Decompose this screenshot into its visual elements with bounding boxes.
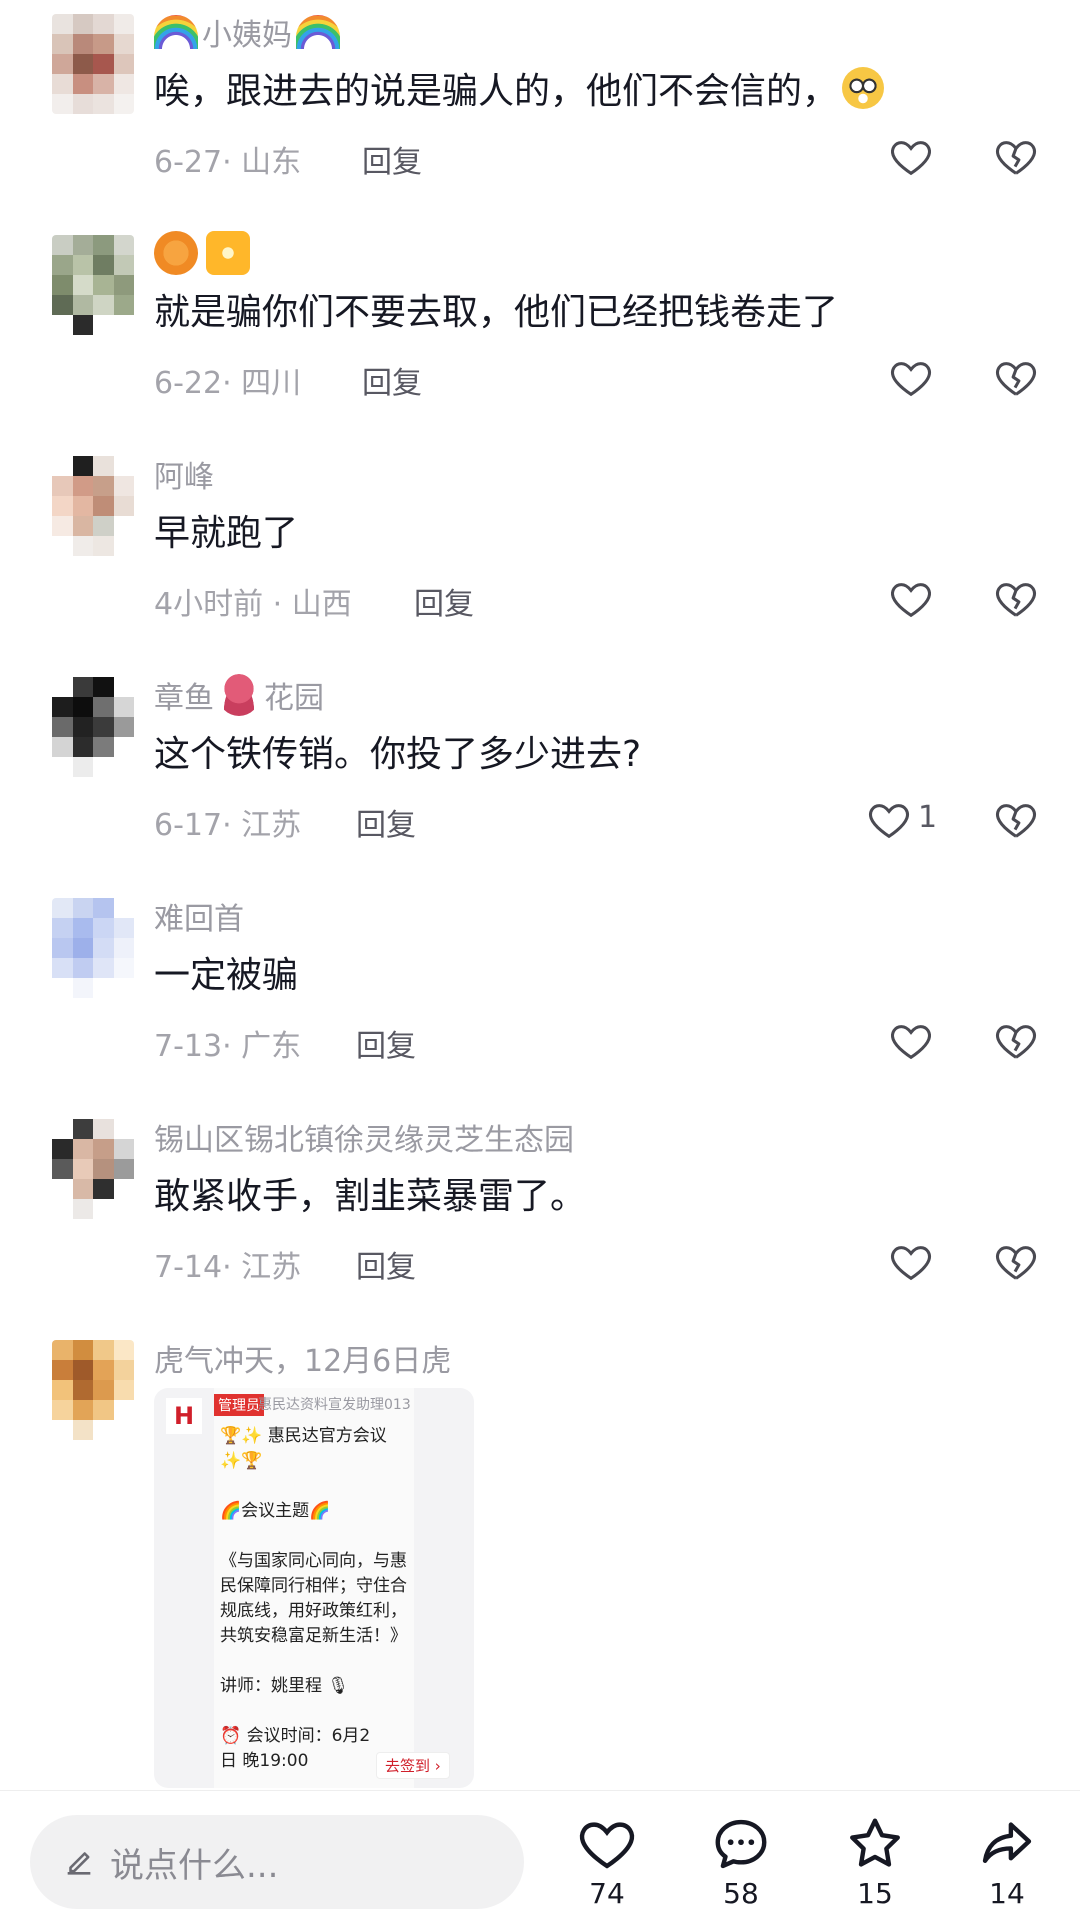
bottom-action-bar: 说点什么... 74 58 15 14: [0, 1790, 1080, 1915]
username-text: 虎气冲天，12月6日虎: [154, 1344, 452, 1379]
comment-text: 就是骗你们不要去取，他们已经把钱卷走了: [154, 283, 838, 335]
comment-text-content: 敢紧收手，割韭菜暴雷了。: [154, 1176, 587, 1217]
like-action[interactable]: 74: [562, 1813, 652, 1910]
broken-heart-icon: [996, 1246, 1036, 1280]
like-count: 74: [589, 1877, 625, 1910]
comment-text-content: 一定被骗: [154, 955, 299, 996]
like-count: 1: [918, 800, 938, 835]
comment-text: 早就跑了: [154, 504, 298, 556]
comment-text-content: 唉，跟进去的说是骗人的，他们不会信的，: [154, 71, 839, 112]
comment-meta: 4小时前 · 山西: [154, 587, 352, 622]
like-button[interactable]: [888, 1239, 934, 1285]
brand-logo: H: [166, 1398, 202, 1434]
username-text: 花园: [264, 681, 324, 716]
broken-heart-icon: [996, 1025, 1036, 1059]
comment-bubble-icon: [715, 1819, 767, 1869]
heart-icon: [891, 1246, 931, 1281]
comment-image-attachment[interactable]: H 管理员 惠民达资料宣发助理013 🏆✨ 惠民达官方会议 ✨🏆 🌈会议主题🌈 …: [154, 1388, 474, 1788]
username-text: 章鱼: [154, 681, 214, 716]
pencil-icon: [67, 1852, 91, 1875]
avatar[interactable]: [52, 677, 134, 777]
comment-meta: 7-14· 江苏: [154, 1250, 302, 1285]
username[interactable]: 章鱼 花园: [154, 673, 324, 717]
comment-text-content: 就是骗你们不要去取，他们已经把钱卷走了: [154, 292, 839, 333]
username-text: 难回首: [154, 902, 244, 937]
reply-button[interactable]: 回复: [362, 137, 422, 181]
username[interactable]: 阿峰: [154, 452, 214, 496]
username-text: 小姨妈: [202, 18, 292, 53]
comment-meta: 7-13· 广东: [154, 1029, 302, 1064]
brand-logo-letter: H: [173, 1402, 195, 1430]
username-text: 阿峰: [154, 460, 214, 495]
username[interactable]: 锡山区锡北镇徐灵缘灵芝生态园: [154, 1115, 574, 1159]
flushed-face-icon: [842, 67, 885, 109]
like-button[interactable]: [888, 355, 934, 401]
message-sender: 惠民达资料宣发助理013: [258, 1397, 411, 1413]
avatar[interactable]: [52, 235, 134, 335]
username[interactable]: 难回首: [154, 894, 244, 938]
broken-heart-icon: [996, 141, 1036, 175]
dislike-button[interactable]: [993, 1018, 1039, 1064]
favorite-count: 15: [857, 1877, 893, 1910]
heart-icon: [579, 1822, 635, 1869]
reply-button[interactable]: 回复: [356, 1021, 416, 1065]
dislike-button[interactable]: [993, 797, 1039, 843]
username-text: 锡山区锡北镇徐灵缘灵芝生态园: [154, 1123, 574, 1158]
comment-text-content: 早就跑了: [154, 513, 299, 554]
rainbow-icon: [154, 15, 198, 49]
comment-text: 唉，跟进去的说是骗人的，他们不会信的，: [154, 62, 888, 114]
username[interactable]: 小姨妈: [154, 10, 340, 54]
heart-icon: [891, 583, 931, 618]
comment-input[interactable]: 说点什么...: [30, 1815, 524, 1909]
comment-text-content: 这个铁传销。你投了多少进去?: [154, 734, 642, 775]
heart-icon: [891, 1025, 931, 1060]
signin-button: 去签到 ›: [376, 1752, 450, 1779]
avatar[interactable]: [52, 1119, 134, 1219]
like-button[interactable]: [888, 576, 934, 622]
broken-heart-icon: [996, 583, 1036, 617]
share-arrow-icon: [982, 1822, 1032, 1863]
dislike-button[interactable]: [993, 355, 1039, 401]
reply-button[interactable]: 回复: [356, 800, 416, 844]
heart-icon: [891, 362, 931, 397]
comment-text: 这个铁传销。你投了多少进去?: [154, 725, 641, 777]
like-button[interactable]: [888, 1018, 934, 1064]
broken-heart-icon: [996, 804, 1036, 838]
comment-action[interactable]: 58: [696, 1813, 786, 1910]
comment-meta: 6-17· 江苏: [154, 808, 302, 843]
username[interactable]: 虎气冲天，12月6日虎: [154, 1336, 451, 1380]
favorite-action[interactable]: 15: [830, 1813, 920, 1910]
biohazard-icon: [154, 231, 198, 275]
avatar[interactable]: [52, 898, 134, 998]
message-text: 🏆✨ 惠民达官方会议 ✨🏆 🌈会议主题🌈 《与国家同心同向，与惠民保障同行相伴；…: [220, 1426, 407, 1771]
reply-button[interactable]: 回复: [414, 579, 474, 623]
share-count: 14: [989, 1877, 1025, 1910]
comment-meta: 6-22· 四川: [154, 366, 302, 401]
reply-button[interactable]: 回复: [356, 1242, 416, 1286]
octopus-icon: [218, 674, 260, 716]
heart-icon: [869, 804, 909, 839]
comment-meta: 6-27· 山东: [154, 145, 302, 180]
reply-button[interactable]: 回复: [362, 358, 422, 402]
broken-heart-icon: [996, 362, 1036, 396]
comment-text: 敢紧收手，割韭菜暴雷了。: [154, 1167, 586, 1219]
heart-icon: [891, 141, 931, 176]
avatar[interactable]: [52, 456, 134, 556]
username[interactable]: [154, 231, 258, 275]
dislike-button[interactable]: [993, 1239, 1039, 1285]
admin-tag: 管理员: [214, 1394, 264, 1416]
comment-input-placeholder: 说点什么...: [110, 1845, 279, 1886]
comment-count: 58: [723, 1877, 759, 1910]
comment-text: 一定被骗: [154, 946, 298, 998]
share-action[interactable]: 14: [962, 1813, 1052, 1910]
sparkle-icon: [206, 231, 250, 275]
avatar[interactable]: [52, 14, 134, 114]
rainbow-icon: [296, 15, 340, 49]
dislike-button[interactable]: [993, 134, 1039, 180]
star-icon: [850, 1818, 900, 1867]
avatar[interactable]: [52, 1340, 134, 1440]
dislike-button[interactable]: [993, 576, 1039, 622]
like-button[interactable]: [866, 797, 912, 843]
like-button[interactable]: [888, 134, 934, 180]
